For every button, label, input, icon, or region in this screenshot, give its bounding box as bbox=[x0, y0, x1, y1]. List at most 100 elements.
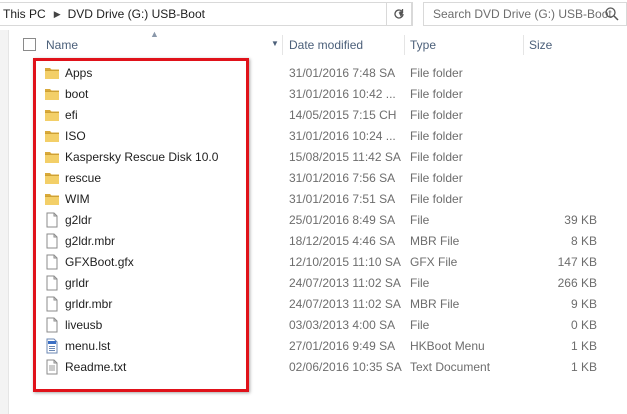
file-icon bbox=[44, 275, 60, 291]
folder-icon bbox=[44, 128, 60, 144]
file-date-modified: 24/07/2013 11:02 SA bbox=[289, 297, 401, 311]
file-type: File folder bbox=[410, 87, 463, 101]
file-row[interactable]: g2ldr 25/01/2016 8:49 SA File 39 KB bbox=[9, 210, 627, 231]
file-type: MBR File bbox=[410, 297, 460, 311]
file-date-modified: 27/01/2016 9:49 SA bbox=[289, 339, 396, 353]
file-date-modified: 31/01/2016 7:48 SA bbox=[289, 66, 396, 80]
file-size: 9 KB bbox=[570, 297, 597, 311]
column-header-date-label: Date modified bbox=[289, 38, 364, 52]
file-date-modified: 03/03/2013 4:00 SA bbox=[289, 318, 396, 332]
file-size: 1 KB bbox=[570, 360, 597, 374]
column-header-name-label: Name bbox=[46, 38, 79, 52]
file-icon bbox=[44, 296, 60, 312]
file-icon bbox=[44, 254, 60, 270]
file-row[interactable]: grldr 24/07/2013 11:02 SA File 266 KB bbox=[9, 273, 627, 294]
column-filter-dropdown-icon[interactable]: ▼ bbox=[271, 39, 279, 48]
folder-icon bbox=[44, 65, 60, 81]
file-size: 8 KB bbox=[570, 234, 597, 248]
file-name[interactable]: WIM bbox=[65, 192, 90, 206]
file-row[interactable]: grldr.mbr 24/07/2013 11:02 SA MBR File 9 KB bbox=[9, 294, 627, 315]
file-date-modified: 31/01/2016 7:51 SA bbox=[289, 192, 396, 206]
file-name[interactable]: rescue bbox=[65, 171, 101, 185]
file-row[interactable]: WIM 31/01/2016 7:51 SA File folder bbox=[9, 189, 627, 210]
file-size: 1 KB bbox=[570, 339, 597, 353]
address-bar[interactable]: This PC ▶ DVD Drive (G:) USB-Boot ▼ bbox=[0, 2, 413, 26]
file-name[interactable]: GFXBoot.gfx bbox=[65, 255, 134, 269]
file-date-modified: 18/12/2015 4:46 SA bbox=[289, 234, 396, 248]
search-placeholder: Search DVD Drive (G:) USB-Boot bbox=[433, 7, 612, 21]
file-type: MBR File bbox=[410, 234, 460, 248]
file-date-modified: 12/10/2015 11:10 SA bbox=[289, 255, 401, 269]
menu-file-icon bbox=[44, 338, 60, 354]
file-list: Apps 31/01/2016 7:48 SA File folder boot 31/… bbox=[9, 63, 627, 378]
file-row[interactable]: ISO 31/01/2016 10:24 ... File folder bbox=[9, 126, 627, 147]
file-name[interactable]: Readme.txt bbox=[65, 360, 126, 374]
file-date-modified: 25/01/2016 8:49 SA bbox=[289, 213, 396, 227]
file-name[interactable]: Apps bbox=[65, 66, 92, 80]
file-row[interactable]: Kaspersky Rescue Disk 10.0 15/08/2015 11:… bbox=[9, 147, 627, 168]
select-all-checkbox[interactable] bbox=[23, 38, 36, 51]
folder-icon bbox=[44, 107, 60, 123]
file-name[interactable]: grldr.mbr bbox=[65, 297, 112, 311]
file-row[interactable]: rescue 31/01/2016 7:56 SA File folder bbox=[9, 168, 627, 189]
file-row[interactable]: menu.lst 27/01/2016 9:49 SA HKBoot Menu 1 K… bbox=[9, 336, 627, 357]
file-type: File bbox=[410, 318, 430, 332]
file-date-modified: 14/05/2015 7:15 CH bbox=[289, 108, 397, 122]
breadcrumb-drive[interactable]: DVD Drive (G:) USB-Boot bbox=[68, 7, 205, 21]
file-name[interactable]: grldr bbox=[65, 276, 89, 290]
file-row[interactable]: g2ldr.mbr 18/12/2015 4:46 SA MBR File 8 KB bbox=[9, 231, 627, 252]
file-date-modified: 24/07/2013 11:02 SA bbox=[289, 276, 401, 290]
file-row[interactable]: efi 14/05/2015 7:15 CH File folder bbox=[9, 105, 627, 126]
file-icon bbox=[44, 233, 60, 249]
file-type: File bbox=[410, 213, 430, 227]
file-icon bbox=[44, 317, 60, 333]
file-size: 266 KB bbox=[557, 276, 597, 290]
file-name[interactable]: ISO bbox=[65, 129, 86, 143]
file-row[interactable]: boot 31/01/2016 10:42 ... File folder bbox=[9, 84, 627, 105]
column-header-date[interactable]: Date modified bbox=[289, 31, 404, 59]
file-name[interactable]: menu.lst bbox=[65, 339, 110, 353]
file-name[interactable]: efi bbox=[65, 108, 78, 122]
column-header-type[interactable]: Type bbox=[410, 31, 525, 59]
column-header-size[interactable]: Size bbox=[529, 31, 609, 59]
file-type: File folder bbox=[410, 108, 463, 122]
file-date-modified: 31/01/2016 10:24 ... bbox=[289, 129, 396, 143]
column-divider[interactable] bbox=[523, 35, 524, 55]
breadcrumb-this-pc[interactable]: This PC bbox=[3, 7, 46, 21]
file-name[interactable]: Kaspersky Rescue Disk 10.0 bbox=[65, 150, 218, 164]
file-size: 0 KB bbox=[570, 318, 597, 332]
search-icon[interactable] bbox=[604, 6, 620, 22]
refresh-button[interactable] bbox=[386, 2, 412, 26]
file-name[interactable]: liveusb bbox=[65, 318, 102, 332]
file-type: HKBoot Menu bbox=[410, 339, 485, 353]
file-name[interactable]: g2ldr bbox=[65, 213, 92, 227]
file-date-modified: 02/06/2016 10:35 SA bbox=[289, 360, 402, 374]
file-date-modified: 31/01/2016 7:56 SA bbox=[289, 171, 396, 185]
file-size: 39 KB bbox=[564, 213, 597, 227]
search-input[interactable]: Search DVD Drive (G:) USB-Boot bbox=[423, 2, 627, 26]
file-type: GFX File bbox=[410, 255, 458, 269]
address-toolbar: This PC ▶ DVD Drive (G:) USB-Boot ▼ Sear… bbox=[0, 0, 627, 30]
file-date-modified: 15/08/2015 11:42 SA bbox=[289, 150, 401, 164]
refresh-icon bbox=[394, 9, 404, 19]
folder-icon bbox=[44, 191, 60, 207]
file-icon bbox=[44, 212, 60, 228]
file-name[interactable]: g2ldr.mbr bbox=[65, 234, 115, 248]
file-row[interactable]: Apps 31/01/2016 7:48 SA File folder bbox=[9, 63, 627, 84]
breadcrumb-separator-icon[interactable]: ▶ bbox=[54, 9, 61, 20]
file-name[interactable]: boot bbox=[65, 87, 88, 101]
navigation-pane-edge[interactable] bbox=[0, 30, 9, 414]
file-row[interactable]: GFXBoot.gfx 12/10/2015 11:10 SA GFX File 14… bbox=[9, 252, 627, 273]
file-type: File folder bbox=[410, 129, 463, 143]
file-type: File folder bbox=[410, 66, 463, 80]
file-date-modified: 31/01/2016 10:42 ... bbox=[289, 87, 396, 101]
file-type: File folder bbox=[410, 192, 463, 206]
column-divider[interactable] bbox=[282, 35, 283, 55]
file-row[interactable]: Readme.txt 02/06/2016 10:35 SA Text Docume… bbox=[9, 357, 627, 378]
file-row[interactable]: liveusb 03/03/2013 4:00 SA File 0 KB bbox=[9, 315, 627, 336]
column-divider[interactable] bbox=[404, 35, 405, 55]
column-header-type-label: Type bbox=[410, 38, 437, 52]
file-type: Text Document bbox=[410, 360, 491, 374]
file-type: File bbox=[410, 276, 430, 290]
column-header-name[interactable]: Name bbox=[46, 31, 276, 59]
